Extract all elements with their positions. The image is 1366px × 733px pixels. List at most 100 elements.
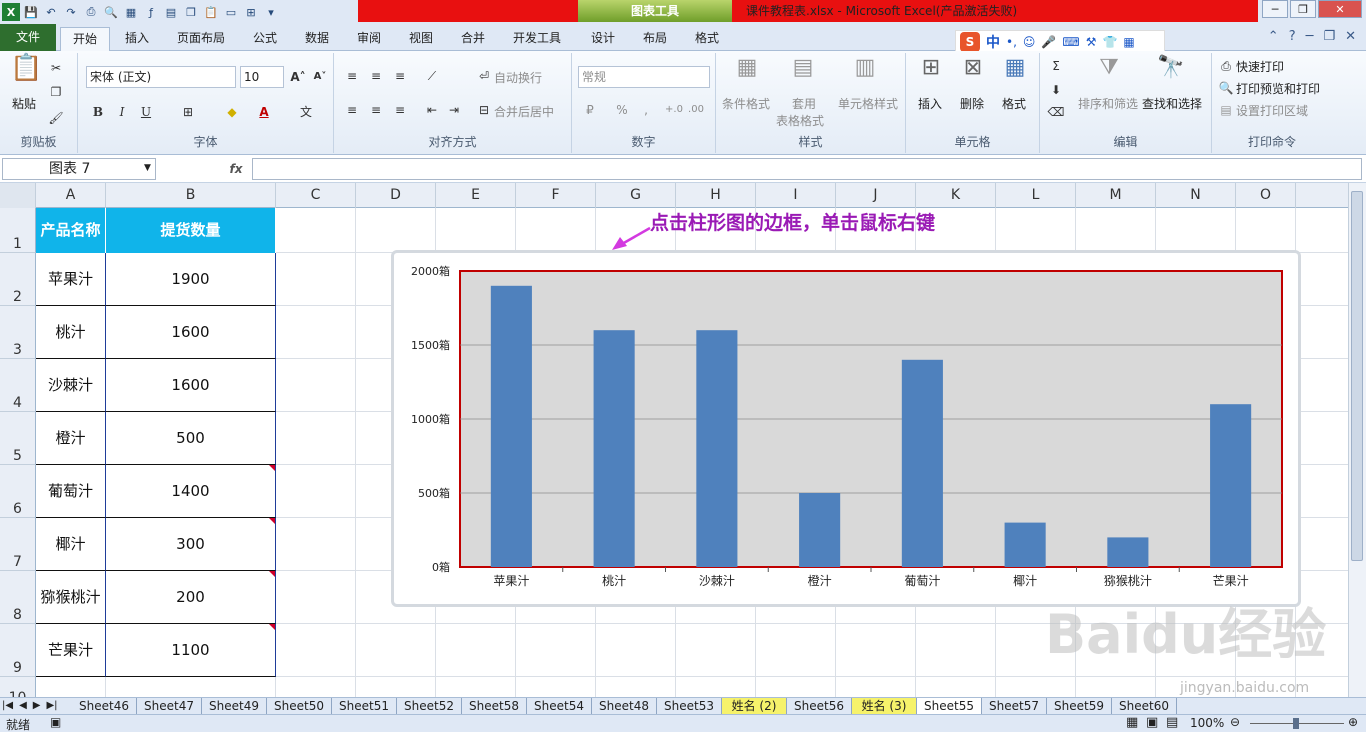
- sheet-tab[interactable]: Sheet56: [787, 698, 852, 714]
- next-sheet-icon[interactable]: ▶: [33, 698, 41, 714]
- align-center-icon[interactable]: ≡: [366, 101, 386, 119]
- scrollbar-thumb[interactable]: [1351, 191, 1363, 561]
- row-header-7[interactable]: 7: [0, 518, 36, 571]
- prev-sheet-icon[interactable]: ◀: [19, 698, 27, 714]
- print-area-icon[interactable]: ▤: [1216, 101, 1236, 119]
- align-top-icon[interactable]: ≡: [342, 67, 362, 85]
- form-icon[interactable]: ▤: [162, 3, 180, 21]
- column-header-I[interactable]: I: [756, 183, 836, 208]
- sheet-tab[interactable]: Sheet55: [917, 698, 982, 714]
- insert-cells-icon[interactable]: ⊞: [916, 57, 946, 89]
- row-header-1[interactable]: 1: [0, 208, 36, 253]
- number-format-select[interactable]: 常规: [578, 66, 710, 88]
- vertical-scrollbar[interactable]: [1348, 183, 1366, 697]
- table-cell[interactable]: 200: [106, 571, 276, 624]
- row-header-4[interactable]: 4: [0, 359, 36, 412]
- row-header-8[interactable]: 8: [0, 571, 36, 624]
- quick-print-button[interactable]: 快速打印: [1236, 58, 1284, 75]
- zoom-level[interactable]: 100%: [1190, 716, 1224, 730]
- print-icon[interactable]: ⎙: [82, 3, 100, 21]
- decrease-decimal-icon[interactable]: .00: [686, 101, 706, 119]
- copy-icon[interactable]: ❐: [182, 3, 200, 21]
- tab-design[interactable]: 设计: [582, 27, 624, 51]
- sheet-tab[interactable]: Sheet60: [1112, 698, 1177, 714]
- paste-button[interactable]: 粘贴: [12, 95, 36, 112]
- microphone-icon[interactable]: 🎤: [1041, 35, 1056, 49]
- keyboard-icon[interactable]: ⌨: [1062, 35, 1079, 49]
- tab-file[interactable]: 文件: [0, 24, 56, 51]
- bar[interactable]: [696, 330, 738, 567]
- save-icon[interactable]: 💾: [22, 3, 40, 21]
- grow-font-icon[interactable]: A˄: [288, 68, 308, 86]
- column-header-N[interactable]: N: [1156, 183, 1236, 208]
- align-left-icon[interactable]: ≡: [342, 101, 362, 119]
- name-box[interactable]: 图表 7: [2, 158, 156, 180]
- select-all-corner[interactable]: [0, 183, 36, 208]
- sheet-tab[interactable]: Sheet47: [137, 698, 202, 714]
- sheet-tab[interactable]: 姓名 (3): [852, 698, 917, 714]
- orientation-icon[interactable]: ⟋: [422, 67, 442, 85]
- conditional-format-icon[interactable]: ▦: [732, 57, 762, 89]
- bar[interactable]: [1107, 537, 1149, 567]
- column-header-D[interactable]: D: [356, 183, 436, 208]
- sheet-tab[interactable]: Sheet52: [397, 698, 462, 714]
- table-cell[interactable]: 沙棘汁: [36, 359, 106, 412]
- phonetic-icon[interactable]: 文: [296, 103, 316, 121]
- insert-cells-button[interactable]: 插入: [918, 95, 942, 112]
- sheet-tab[interactable]: Sheet54: [527, 698, 592, 714]
- percent-icon[interactable]: %: [612, 101, 632, 119]
- insert-function-icon[interactable]: fx: [224, 158, 248, 180]
- comment-icon[interactable]: ▭: [222, 3, 240, 21]
- format-as-table-button-1[interactable]: 套用: [792, 95, 816, 112]
- autosum-icon[interactable]: Σ: [1046, 57, 1066, 75]
- collapse-ribbon-icon[interactable]: ⌃: [1268, 29, 1279, 44]
- formula-input[interactable]: [252, 158, 1362, 180]
- table-cell[interactable]: 橙汁: [36, 412, 106, 465]
- table-cell[interactable]: 猕猴桃汁: [36, 571, 106, 624]
- currency-icon[interactable]: ₽: [580, 101, 600, 119]
- print-preview-button[interactable]: 打印预览和打印: [1236, 80, 1320, 97]
- bar[interactable]: [1210, 404, 1252, 567]
- tab-format[interactable]: 格式: [686, 27, 728, 51]
- punctuation-icon[interactable]: •,: [1006, 35, 1017, 49]
- wrap-text-icon[interactable]: ⏎: [474, 67, 494, 85]
- table-cell[interactable]: 芒果汁: [36, 624, 106, 677]
- skin-icon[interactable]: 👕: [1102, 35, 1117, 49]
- table-header-cell[interactable]: 产品名称: [36, 208, 106, 253]
- tab-review[interactable]: 审阅: [348, 27, 390, 51]
- decrease-indent-icon[interactable]: ⇤: [422, 101, 442, 119]
- table-icon[interactable]: ▦: [122, 3, 140, 21]
- row-header-6[interactable]: 6: [0, 465, 36, 518]
- format-cells-button[interactable]: 格式: [1002, 95, 1026, 112]
- align-right-icon[interactable]: ≡: [390, 101, 410, 119]
- row-header-9[interactable]: 9: [0, 624, 36, 677]
- table-cell[interactable]: 桃汁: [36, 306, 106, 359]
- tools-icon[interactable]: ⚒: [1086, 35, 1097, 49]
- sort-filter-button[interactable]: 排序和筛选: [1078, 95, 1138, 112]
- format-painter-icon[interactable]: 🖌: [46, 109, 66, 127]
- column-header-M[interactable]: M: [1076, 183, 1156, 208]
- doc-minimize-icon[interactable]: ─: [1306, 29, 1314, 44]
- table-cell[interactable]: 1100: [106, 624, 276, 677]
- redo-icon[interactable]: ↷: [62, 3, 80, 21]
- increase-decimal-icon[interactable]: +.0: [664, 101, 684, 119]
- sheet-tab[interactable]: Sheet53: [657, 698, 722, 714]
- tab-merge[interactable]: 合并: [452, 27, 494, 51]
- last-sheet-icon[interactable]: ▶|: [46, 698, 57, 714]
- sheet-tab[interactable]: Sheet57: [982, 698, 1047, 714]
- clear-icon[interactable]: ⌫: [1046, 103, 1066, 121]
- table-cell[interactable]: 1900: [106, 253, 276, 306]
- table-header-cell[interactable]: 提货数量: [106, 208, 276, 253]
- ime-mode[interactable]: 中: [986, 32, 1000, 52]
- column-header-E[interactable]: E: [436, 183, 516, 208]
- grid-menu-icon[interactable]: ▦: [1123, 35, 1134, 49]
- name-box-dropdown-icon[interactable]: ▼: [144, 163, 151, 173]
- conditional-format-button[interactable]: 条件格式: [722, 95, 770, 112]
- sheet-tab[interactable]: Sheet59: [1047, 698, 1112, 714]
- table-cell[interactable]: 葡萄汁: [36, 465, 106, 518]
- align-bottom-icon[interactable]: ≡: [390, 67, 410, 85]
- sheet-tab[interactable]: Sheet49: [202, 698, 267, 714]
- maximize-button[interactable]: ❐: [1290, 0, 1316, 18]
- row-header-5[interactable]: 5: [0, 412, 36, 465]
- column-header-O[interactable]: O: [1236, 183, 1296, 208]
